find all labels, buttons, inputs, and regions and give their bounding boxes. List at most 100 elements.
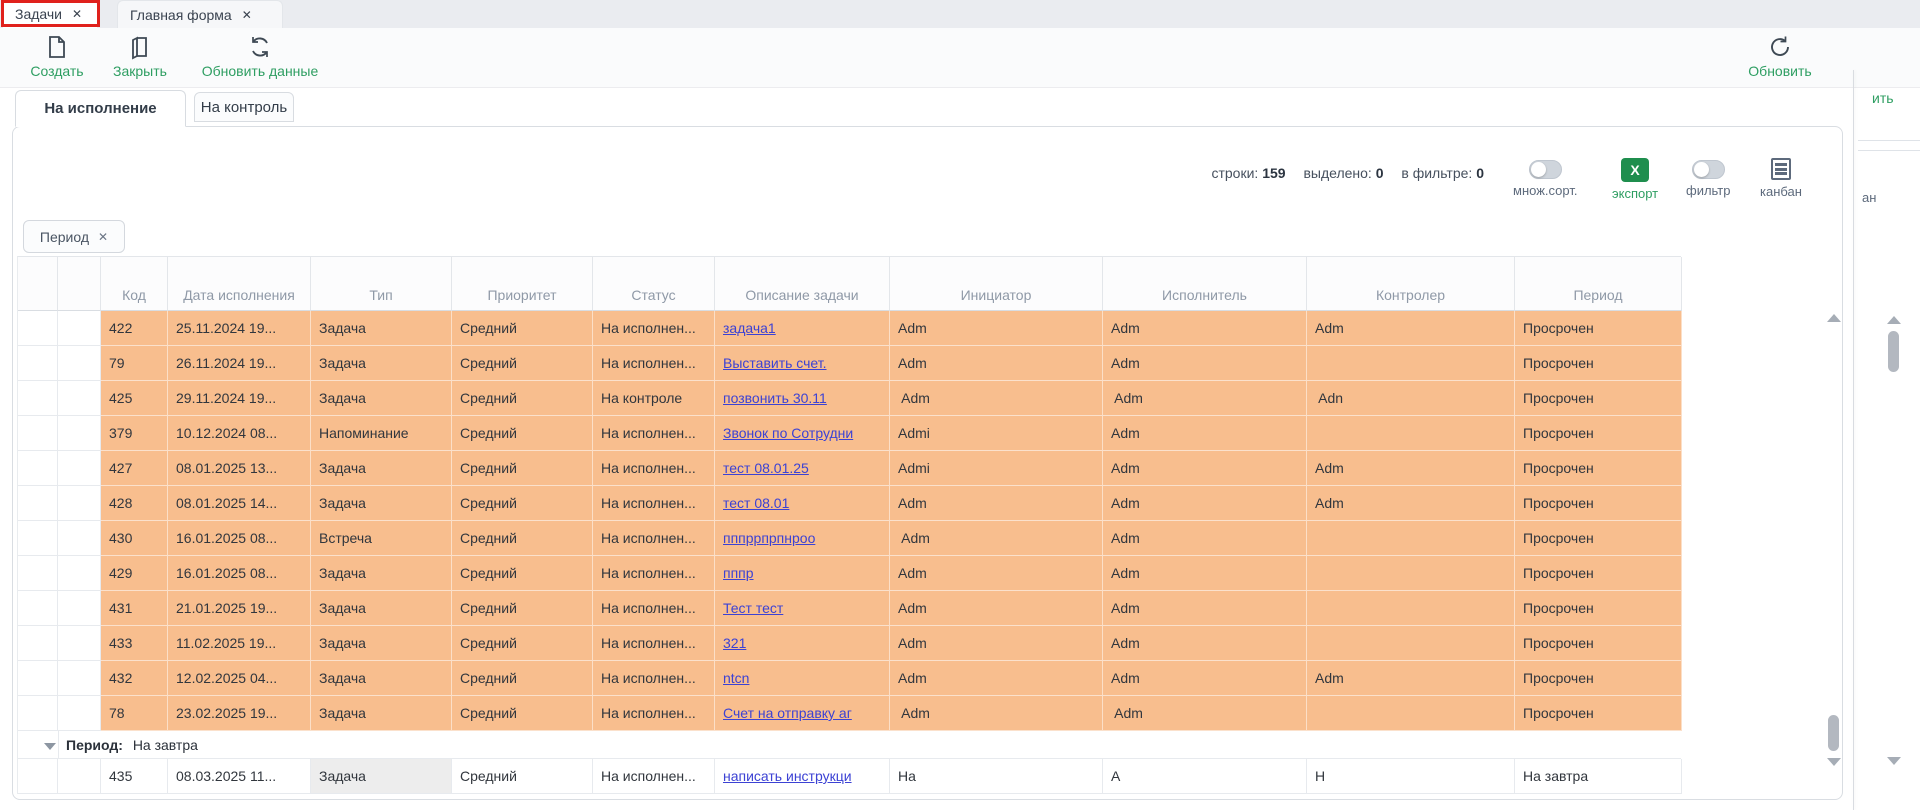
cell-date[interactable]: 26.11.2024 19...	[168, 346, 311, 381]
cell-initiator[interactable]: На	[890, 759, 1103, 794]
tab-close-icon[interactable]: ✕	[242, 8, 252, 22]
close-button[interactable]: Закрыть	[105, 34, 175, 79]
cell-status[interactable]: На исполнен...	[593, 346, 715, 381]
cell-type[interactable]: Задача	[311, 591, 452, 626]
cell-sel[interactable]	[18, 416, 58, 451]
cell-date[interactable]: 23.02.2025 19...	[168, 696, 311, 731]
cell-code[interactable]: 379	[101, 416, 168, 451]
window-tab-main-form[interactable]: Главная форма ✕	[117, 0, 283, 28]
cell-type[interactable]: Задача	[311, 556, 452, 591]
table-row[interactable]: 43311.02.2025 19...ЗадачаСреднийНа испол…	[18, 626, 1681, 661]
cell-status[interactable]: На исполнен...	[593, 556, 715, 591]
cell-date[interactable]: 08.01.2025 13...	[168, 451, 311, 486]
cell-exp[interactable]	[58, 521, 101, 556]
period-filter-chip[interactable]: Период ✕	[23, 220, 125, 253]
table-scroll-down-icon[interactable]	[1827, 758, 1841, 766]
cell-sel[interactable]	[18, 346, 58, 381]
cell-code[interactable]: 431	[101, 591, 168, 626]
task-description-link[interactable]: написать инструкци	[723, 768, 852, 784]
table-row[interactable]: 43016.01.2025 08...ВстречаСреднийНа испо…	[18, 521, 1681, 556]
task-description-link[interactable]: 321	[723, 635, 746, 651]
cell-status[interactable]: На исполнен...	[593, 759, 715, 794]
cell-status[interactable]: На исполнен...	[593, 311, 715, 346]
cell-code[interactable]: 428	[101, 486, 168, 521]
cell-period[interactable]: Просрочен	[1515, 626, 1682, 661]
multisort-toggle[interactable]: множ.сорт.	[1513, 160, 1577, 198]
cell-priority[interactable]: Средний	[452, 521, 593, 556]
column-header-code[interactable]: Код	[101, 257, 168, 311]
cell-period[interactable]: Просрочен	[1515, 451, 1682, 486]
cell-date[interactable]: 21.01.2025 19...	[168, 591, 311, 626]
cell-date[interactable]: 25.11.2024 19...	[168, 311, 311, 346]
cell-type[interactable]: Задача	[311, 626, 452, 661]
cell-exp[interactable]	[58, 311, 101, 346]
cell-type[interactable]: Задача	[311, 451, 452, 486]
table-row[interactable]: 42808.01.2025 14...ЗадачаСреднийНа испол…	[18, 486, 1681, 521]
cell-exp[interactable]	[58, 556, 101, 591]
cell-period[interactable]: Просрочен	[1515, 381, 1682, 416]
cell-initiator[interactable]: Adm	[890, 556, 1103, 591]
cell-period[interactable]: Просрочен	[1515, 521, 1682, 556]
table-row[interactable]: 37910.12.2024 08...НапоминаниеСреднийНа …	[18, 416, 1681, 451]
cell-status[interactable]: На исполнен...	[593, 416, 715, 451]
cell-sel[interactable]	[18, 486, 58, 521]
cell-initiator[interactable]: Adm	[890, 521, 1103, 556]
column-header-sel[interactable]	[18, 257, 58, 311]
cell-code[interactable]: 430	[101, 521, 168, 556]
cell-status[interactable]: На исполнен...	[593, 661, 715, 696]
cell-priority[interactable]: Средний	[452, 696, 593, 731]
cell-type[interactable]: Напоминание	[311, 416, 452, 451]
toggle-off-icon[interactable]	[1692, 160, 1725, 179]
table-row[interactable]: 42916.01.2025 08...ЗадачаСреднийНа испол…	[18, 556, 1681, 591]
cell-status[interactable]: На исполнен...	[593, 486, 715, 521]
column-header-exp[interactable]	[58, 257, 101, 311]
cell-controller[interactable]: Adm	[1307, 661, 1515, 696]
column-header-date[interactable]: Дата исполнения	[168, 257, 311, 311]
window-scroll-down-icon[interactable]	[1887, 757, 1901, 765]
task-description-link[interactable]: тест 08.01.25	[723, 460, 809, 476]
cell-code[interactable]: 432	[101, 661, 168, 696]
cell-type[interactable]: Задача	[311, 486, 452, 521]
task-description-link[interactable]: Выставить счет.	[723, 355, 827, 371]
cell-initiator[interactable]: Admi	[890, 451, 1103, 486]
window-scrollbar-thumb[interactable]	[1888, 331, 1899, 372]
table-row[interactable]: 43121.01.2025 19...ЗадачаСреднийНа испол…	[18, 591, 1681, 626]
task-description-link[interactable]: позвонить 30.11	[723, 390, 827, 406]
cell-priority[interactable]: Средний	[452, 556, 593, 591]
cell-code[interactable]: 422	[101, 311, 168, 346]
cell-status[interactable]: На исполнен...	[593, 696, 715, 731]
cell-status[interactable]: На исполнен...	[593, 591, 715, 626]
cell-priority[interactable]: Средний	[452, 486, 593, 521]
cell-period[interactable]: Просрочен	[1515, 661, 1682, 696]
cell-controller[interactable]: Adm	[1307, 486, 1515, 521]
column-header-period[interactable]: Период	[1515, 257, 1682, 311]
cell-initiator[interactable]: Adm	[890, 696, 1103, 731]
cell-code[interactable]: 425	[101, 381, 168, 416]
cell-executor[interactable]: Adm	[1103, 381, 1307, 416]
cell-period[interactable]: Просрочен	[1515, 311, 1682, 346]
cell-date[interactable]: 11.02.2025 19...	[168, 626, 311, 661]
cell-controller[interactable]	[1307, 556, 1515, 591]
cell-date[interactable]: 10.12.2024 08...	[168, 416, 311, 451]
cell-sel[interactable]	[18, 521, 58, 556]
cell-sel[interactable]	[18, 696, 58, 731]
task-description-link[interactable]: пппр	[723, 565, 754, 581]
cell-executor[interactable]: Adm	[1103, 346, 1307, 381]
cell-initiator[interactable]: Adm	[890, 346, 1103, 381]
cell-initiator[interactable]: Adm	[890, 626, 1103, 661]
cell-type[interactable]: Встреча	[311, 521, 452, 556]
task-description-link[interactable]: Счет на отправку аг	[723, 705, 852, 721]
cell-exp[interactable]	[58, 696, 101, 731]
column-header-initiator[interactable]: Инициатор	[890, 257, 1103, 311]
cell-exp[interactable]	[58, 346, 101, 381]
cell-period[interactable]: Просрочен	[1515, 486, 1682, 521]
cell-period[interactable]: Просрочен	[1515, 591, 1682, 626]
cell-sel[interactable]	[18, 661, 58, 696]
window-tab-tasks[interactable]: Задачи ✕	[3, 0, 97, 28]
cell-period[interactable]: Просрочен	[1515, 416, 1682, 451]
cell-sel[interactable]	[18, 311, 58, 346]
table-scrollbar-thumb[interactable]	[1828, 715, 1839, 751]
cell-initiator[interactable]: Admi	[890, 416, 1103, 451]
cell-status[interactable]: На исполнен...	[593, 451, 715, 486]
cell-exp[interactable]	[58, 591, 101, 626]
